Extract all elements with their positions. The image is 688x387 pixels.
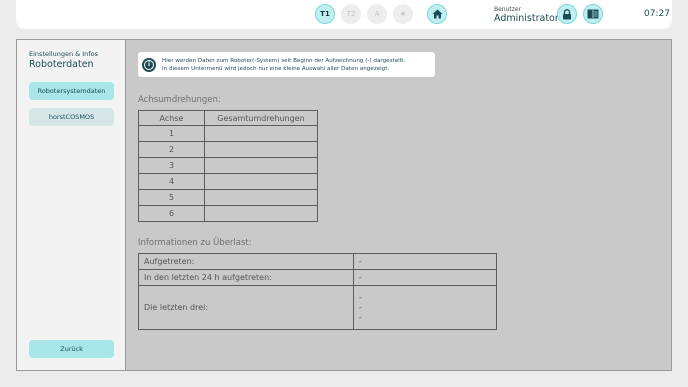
content-area: i Hier werden Daten zum Roboter(-System)… [127, 40, 671, 370]
axis-cell: 2 [138, 141, 205, 158]
sidebar-item-horstcosmos[interactable]: horstCOSMOS [29, 108, 114, 126]
manual-button[interactable] [583, 4, 603, 24]
axis-cell: 4 [138, 173, 205, 190]
last3-values: - - - [353, 285, 497, 330]
axes-section-title: Achsumdrehungen: [138, 95, 221, 105]
tool-t2-button[interactable]: T2 [341, 4, 361, 24]
top-bar: T1 T2 A ★ Benutzer Administrator 07:27 [16, 0, 672, 29]
overload-table: Aufgetreten: - In den letzten 24 h aufge… [138, 253, 497, 330]
total-cell [204, 141, 318, 158]
user-name: Administrator [494, 13, 559, 24]
table-row: 2 [138, 141, 318, 158]
home-button[interactable] [427, 4, 447, 24]
total-cell [204, 205, 318, 222]
info-box: i Hier werden Daten zum Roboter(-System)… [138, 52, 435, 77]
table-row: Aufgetreten: - [138, 253, 497, 270]
table-row: 5 [138, 189, 318, 206]
occurred-value: - [353, 253, 497, 270]
last24-label: In den letzten 24 h aufgetreten: [138, 269, 354, 286]
table-row: 1 [138, 125, 318, 142]
sidebar-section-label: Einstellungen & Infos [29, 50, 98, 58]
last24-value: - [353, 269, 497, 286]
info-icon: i [142, 57, 156, 72]
col-header-axis: Achse [138, 110, 205, 126]
axis-cell: 6 [138, 205, 205, 222]
total-cell [204, 125, 318, 142]
total-cell [204, 157, 318, 174]
table-row: In den letzten 24 h aufgetreten: - [138, 269, 497, 286]
table-row: Die letzten drei: - - - [138, 285, 497, 330]
clock: 07:27 [644, 9, 670, 19]
lock-button[interactable] [557, 4, 577, 24]
book-icon [587, 9, 599, 19]
main-frame: Einstellungen & Infos Roboterdaten Robot… [16, 39, 672, 371]
info-text: Hier werden Daten zum Roboter(-System) s… [162, 57, 405, 73]
lock-icon [563, 8, 571, 19]
auto-mode-button[interactable]: A [367, 4, 387, 24]
home-icon [432, 9, 442, 19]
col-header-total: Gesamtumdrehungen [204, 110, 318, 126]
table-header: Achse Gesamtumdrehungen [138, 110, 318, 126]
sidebar-item-robotersystemdaten[interactable]: Robotersystemdaten [29, 82, 114, 100]
table-row: 6 [138, 205, 318, 222]
total-cell [204, 173, 318, 190]
total-cell [204, 189, 318, 206]
table-row: 3 [138, 157, 318, 174]
last3-value: - [359, 312, 362, 322]
table-row: 4 [138, 173, 318, 190]
axis-cell: 5 [138, 189, 205, 206]
info-line-2: In diesem Untermenü wird jedoch nur eine… [162, 65, 390, 72]
user-label: Benutzer [494, 6, 522, 13]
axis-cell: 1 [138, 125, 205, 142]
last3-label: Die letzten drei: [138, 285, 354, 330]
last3-value: - [359, 292, 362, 302]
sidebar-title: Roboterdaten [29, 59, 94, 70]
tool-t1-button[interactable]: T1 [315, 4, 335, 24]
info-line-1: Hier werden Daten zum Roboter(-System) s… [162, 57, 406, 64]
special-mode-button[interactable]: ★ [393, 4, 413, 24]
overload-section-title: Informationen zu Überlast: [138, 238, 252, 248]
axes-table: Achse Gesamtumdrehungen 1 2 3 4 5 6 [138, 110, 318, 222]
last3-value: - [359, 302, 362, 312]
sidebar: Einstellungen & Infos Roboterdaten Robot… [17, 40, 126, 370]
back-button[interactable]: Zurück [29, 340, 114, 358]
axis-cell: 3 [138, 157, 205, 174]
occurred-label: Aufgetreten: [138, 253, 354, 270]
